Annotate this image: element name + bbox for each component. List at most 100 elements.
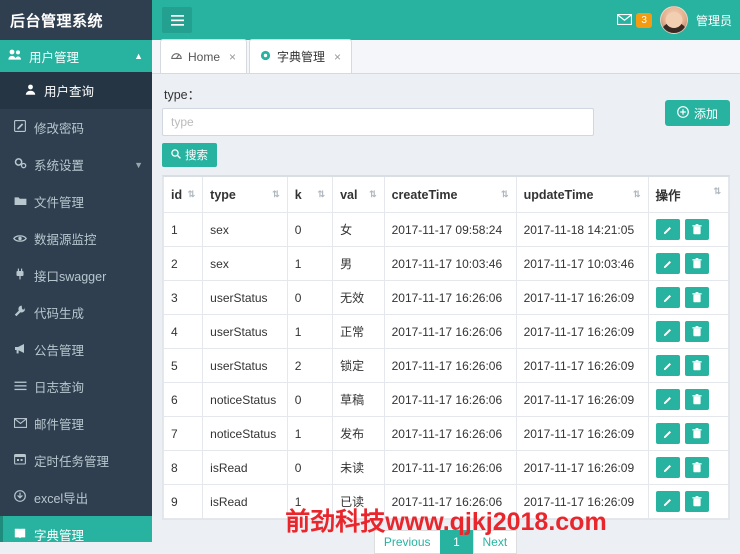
cell-type: userStatus [202,280,288,315]
cell-type: noticeStatus [202,382,288,417]
trash-icon[interactable] [684,457,709,478]
sidebar-group-user-management[interactable]: 用户管理 ▲ [0,40,152,72]
cell-val: 草稿 [332,382,385,417]
cell-actions [647,382,730,417]
column-header-k[interactable]: k ⇅ [286,177,334,213]
gear-icon [260,50,271,64]
close-icon[interactable]: × [229,50,236,64]
cell-val: 男 [332,246,385,281]
cell-actions [647,280,730,315]
cell-id: 5 [162,348,204,383]
sidebar-item-label: 公告管理 [34,344,85,358]
column-header-update-time[interactable]: updateTime ⇅ [515,177,649,213]
sidebar-item-dictionary-management[interactable]: 字典管理 [0,516,152,542]
cell-val: 正常 [332,314,385,349]
top-bar: 后台管理系统 3 管理员 [0,0,740,40]
app-window: 后台管理系统 3 管理员 用户管理 ▲ 用户查询 修改密码 系统设置 ▼ 文件管… [0,0,740,554]
messages-menu[interactable]: 3 [617,12,652,28]
dashboard-icon [171,50,182,63]
sidebar-item-notice-management[interactable]: 公告管理 [0,331,152,368]
tab-label: Home [188,49,221,64]
sort-icon[interactable]: ⇅ [369,188,377,200]
chevron-down-icon: ▼ [134,159,143,170]
search-input[interactable] [162,108,594,136]
add-button[interactable]: 添加 [664,100,730,126]
sidebar-item-label: 接口swagger [34,270,107,284]
sidebar-item-datasource-monitor[interactable]: 数据源监控 [0,220,152,257]
column-header-id[interactable]: id ⇅ [162,177,204,213]
sidebar-item-system-settings[interactable]: 系统设置 ▼ [0,146,152,183]
pencil-icon[interactable] [655,219,680,240]
sidebar-item-file-management[interactable]: 文件管理 [0,183,152,220]
sort-icon[interactable]: ⇅ [272,188,280,200]
cell-create-time: 2017-11-17 16:26:06 [383,416,517,451]
cell-update-time: 2017-11-17 16:26:09 [515,450,649,485]
column-label: 操作 [655,189,681,203]
column-header-val[interactable]: val ⇅ [332,177,385,213]
sort-icon[interactable]: ⇅ [501,188,509,200]
row-action-group [655,389,721,410]
trash-icon[interactable] [684,423,709,444]
sidebar-item-log-query[interactable]: 日志查询 [0,368,152,405]
column-header-type[interactable]: type ⇅ [202,177,288,213]
sidebar-item-code-generation[interactable]: 代码生成 [0,294,152,331]
cell-id: 1 [162,212,204,247]
column-label: id [171,187,183,202]
cell-val: 未读 [332,450,385,485]
search-row: 搜索 [162,108,730,167]
pencil-icon[interactable] [655,287,680,308]
column-label: createTime [391,187,458,202]
avatar[interactable] [659,6,688,34]
column-label: type [210,187,236,202]
row-action-group [655,457,721,478]
cell-val: 女 [332,212,385,247]
watermark: 前劲科技www.qjkj2018.com [285,508,607,536]
sidebar-item-user-query[interactable]: 用户查询 [0,72,152,109]
cell-val: 无效 [332,280,385,315]
sidebar-item-scheduled-tasks[interactable]: 定时任务管理 [0,442,152,479]
pencil-icon[interactable] [655,389,680,410]
sort-icon[interactable]: ⇅ [713,185,721,197]
sidebar-item-mail-management[interactable]: 邮件管理 [0,405,152,442]
sidebar-item-change-password[interactable]: 修改密码 [0,109,152,146]
pencil-icon[interactable] [655,423,680,444]
cell-type: noticeStatus [202,416,288,451]
book-icon [11,528,29,542]
sort-icon[interactable]: ⇅ [318,188,326,200]
pencil-icon[interactable] [655,321,680,342]
table-row: 6 noticeStatus 0 草稿 2017-11-17 16:26:06 2017-… [162,382,730,417]
sidebar-item-excel-export[interactable]: excel导出 [0,479,152,516]
sidebar-item-label: 定时任务管理 [34,455,110,469]
trash-icon[interactable] [684,253,709,274]
tab-dictionary-management[interactable]: 字典管理 × [249,39,353,73]
trash-icon[interactable] [684,389,709,410]
pencil-icon[interactable] [655,457,680,478]
sort-icon[interactable]: ⇅ [633,188,641,200]
pencil-icon[interactable] [655,355,680,376]
top-nav: 3 管理员 [152,0,740,40]
column-label: val [340,187,358,202]
sidebar-item-swagger[interactable]: 接口swagger [0,257,152,294]
cell-create-time: 2017-11-17 16:26:06 [383,280,517,315]
pencil-icon[interactable] [655,253,680,274]
trash-icon[interactable] [684,219,709,240]
hamburger-icon[interactable] [162,7,192,33]
cell-update-time: 2017-11-17 16:26:09 [515,314,649,349]
column-header-actions[interactable]: 操作 ⇅ [647,177,730,213]
trash-icon[interactable] [684,321,709,342]
close-icon[interactable]: × [334,50,341,64]
search-button[interactable]: 搜索 [162,143,217,167]
sort-icon[interactable]: ⇅ [188,188,196,200]
sidebar-item-label: 用户查询 [44,85,95,99]
table-row: 5 userStatus 2 锁定 2017-11-17 16:26:06 2017-11… [162,348,730,383]
tab-home[interactable]: Home × [160,39,248,73]
user-name-label[interactable]: 管理员 [696,12,732,29]
list-icon [11,380,29,394]
trash-icon[interactable] [684,355,709,376]
column-header-create-time[interactable]: createTime ⇅ [383,177,517,213]
trash-icon[interactable] [684,287,709,308]
sidebar-item-label: 代码生成 [34,307,85,321]
download-icon [11,490,29,505]
cell-id: 8 [162,450,204,485]
cell-type: userStatus [202,348,288,383]
